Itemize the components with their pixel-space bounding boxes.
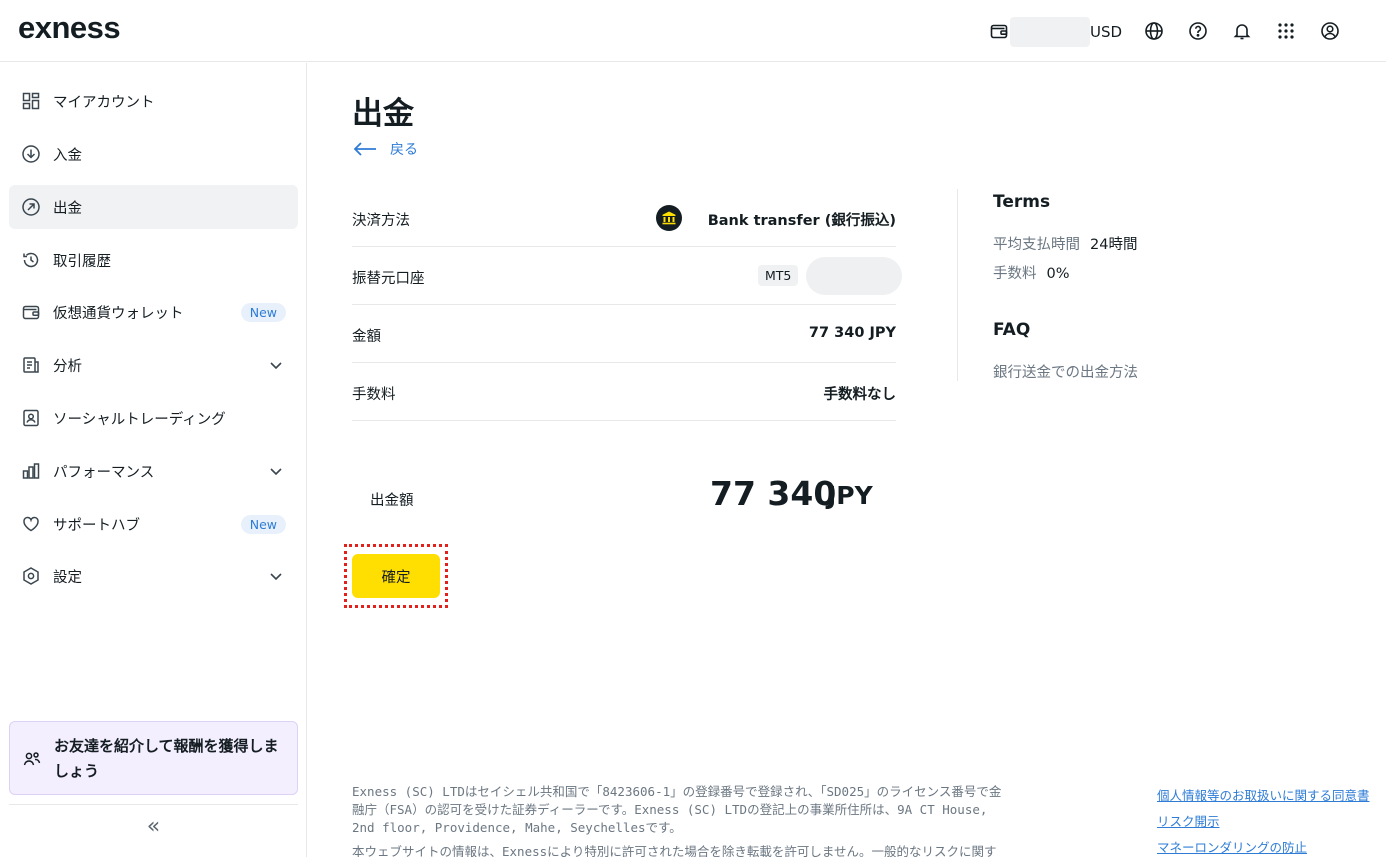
sidebar-item-performance[interactable]: パフォーマンス bbox=[9, 449, 298, 493]
sidebar-item-label: 取引履歴 bbox=[53, 253, 111, 270]
balance-amount-redacted[interactable] bbox=[1010, 17, 1090, 47]
balance-currency[interactable]: USD bbox=[1090, 23, 1122, 41]
source-account-row: 振替元口座 MT5 bbox=[352, 247, 902, 305]
collapse-sidebar-button[interactable]: « bbox=[9, 804, 298, 848]
fee-term: 手数料 0% bbox=[993, 262, 1070, 283]
new-badge: New bbox=[240, 302, 286, 322]
sidebar-item-label: 入金 bbox=[53, 147, 82, 164]
sidebar-item-label: 仮想通貨ウォレット bbox=[53, 305, 184, 322]
referral-banner[interactable]: お友達を紹介して報酬を獲得しましょう bbox=[9, 721, 298, 795]
new-badge: New bbox=[240, 514, 286, 534]
wallet-icon bbox=[21, 302, 41, 322]
chevron-down-icon[interactable] bbox=[268, 568, 284, 584]
source-account-label: 振替元口座 bbox=[352, 271, 425, 287]
fee-value: 手数料なし bbox=[823, 387, 897, 403]
avg-payout-label: 平均支払時間 bbox=[993, 237, 1080, 253]
footer-link-privacy-consent[interactable]: 個人情報等のお取扱いに関する同意書 bbox=[1157, 783, 1370, 809]
confirm-button[interactable]: 確定 bbox=[352, 554, 440, 598]
sidebar-item-analytics[interactable]: 分析 bbox=[9, 343, 298, 387]
amount-row: 金額 77 340 JPY bbox=[352, 305, 896, 363]
wallet-icon[interactable] bbox=[988, 20, 1010, 42]
withdraw-icon bbox=[21, 197, 41, 217]
heart-icon bbox=[21, 514, 41, 534]
chevron-down-icon[interactable] bbox=[268, 357, 284, 373]
apps-grid-icon[interactable] bbox=[1275, 20, 1297, 42]
footer-legal-paragraph: 本ウェブサイトの情報は、Exnessにより特別に許可された場合を除き転載を許可し… bbox=[352, 844, 997, 857]
sidebar-item-support-hub[interactable]: サポートハブ New bbox=[9, 502, 298, 546]
chevron-down-icon[interactable] bbox=[268, 463, 284, 479]
sidebar-item-deposit[interactable]: 入金 bbox=[9, 132, 298, 176]
account-number-redacted bbox=[806, 257, 902, 295]
back-link[interactable]: 戻る bbox=[352, 138, 418, 160]
fee-term-value: 0% bbox=[1046, 266, 1070, 282]
arrow-left-icon bbox=[353, 142, 376, 156]
account-icon[interactable] bbox=[1319, 20, 1341, 42]
globe-icon[interactable] bbox=[1143, 20, 1165, 42]
sidebar-item-social-trading[interactable]: ソーシャルトレーディング bbox=[9, 396, 298, 440]
amount-label: 金額 bbox=[352, 329, 381, 345]
sidebar-item-my-account[interactable]: マイアカウント bbox=[9, 79, 298, 123]
mt5-chip: MT5 bbox=[758, 265, 799, 286]
bell-icon[interactable] bbox=[1231, 20, 1253, 42]
settings-icon bbox=[21, 566, 41, 586]
deposit-icon bbox=[21, 144, 41, 164]
referral-text: お友達を紹介して報酬を獲得しましょう bbox=[54, 737, 279, 780]
sidebar-item-crypto-wallet[interactable]: 仮想通貨ウォレット New bbox=[9, 290, 298, 334]
fee-row: 手数料 手数料なし bbox=[352, 363, 896, 421]
sidebar-item-label: 分析 bbox=[53, 358, 82, 375]
back-label: 戻る bbox=[390, 142, 418, 158]
sidebar-item-label: 出金 bbox=[53, 200, 82, 217]
withdrawal-total-currency: JPY bbox=[827, 481, 873, 510]
history-icon bbox=[21, 250, 41, 270]
faq-link-bank-transfer[interactable]: 銀行送金での出金方法 bbox=[993, 361, 1138, 382]
page-title: 出金 bbox=[352, 96, 414, 132]
withdrawal-total-amount: 77 340 bbox=[710, 474, 837, 513]
withdrawal-total-label: 出金額 bbox=[370, 493, 414, 509]
sidebar-item-settings[interactable]: 設定 bbox=[9, 554, 298, 598]
payment-method-label: 決済方法 bbox=[352, 213, 410, 229]
footer-legal-paragraph: Exness (SC) LTDはセイシェル共和国で「8423606-1」の登録番… bbox=[352, 784, 1002, 835]
help-icon[interactable] bbox=[1187, 20, 1209, 42]
exness-logo[interactable]: exness bbox=[18, 10, 121, 46]
sidebar-item-label: サポートハブ bbox=[53, 517, 140, 534]
faq-heading: FAQ bbox=[993, 320, 1031, 340]
footer-link-risk-disclosure[interactable]: リスク開示 bbox=[1157, 809, 1370, 835]
people-icon bbox=[23, 752, 41, 766]
sidebar-item-history[interactable]: 取引履歴 bbox=[9, 238, 298, 282]
sidebar-item-withdraw[interactable]: 出金 bbox=[9, 185, 298, 229]
sidebar-item-label: マイアカウント bbox=[53, 94, 155, 111]
sidebar: マイアカウント 入金 出金 取引履歴 仮想通貨ウォレット New 分析 ソーシャ… bbox=[0, 63, 307, 857]
top-header: exness USD bbox=[0, 0, 1386, 62]
sidebar-item-label: パフォーマンス bbox=[53, 464, 155, 481]
divider bbox=[957, 189, 958, 381]
terms-heading: Terms bbox=[993, 192, 1051, 212]
avg-payout-value: 24時間 bbox=[1090, 237, 1138, 253]
footer-legal-text: Exness (SC) LTDはセイシェル共和国で「8423606-1」の登録番… bbox=[352, 783, 1002, 857]
fee-label: 手数料 bbox=[352, 387, 396, 403]
fee-term-label: 手数料 bbox=[993, 266, 1037, 282]
footer-links: 個人情報等のお取扱いに関する同意書 リスク開示 マネーロンダリングの防止 bbox=[1157, 783, 1370, 857]
analytics-icon bbox=[21, 355, 41, 375]
footer-link-anti-money-laundering[interactable]: マネーロンダリングの防止 bbox=[1157, 835, 1370, 857]
social-trading-icon bbox=[21, 408, 41, 428]
amount-value: 77 340 JPY bbox=[808, 325, 896, 341]
payment-method-value: Bank transfer (銀行振込) bbox=[707, 213, 896, 229]
performance-icon bbox=[21, 461, 41, 481]
payment-method-row: 決済方法 Bank transfer (銀行振込) bbox=[352, 189, 896, 247]
avg-payout-time: 平均支払時間 24時間 bbox=[993, 233, 1137, 254]
bank-icon bbox=[656, 205, 682, 231]
dashboard-icon bbox=[21, 91, 41, 111]
sidebar-item-label: 設定 bbox=[53, 569, 82, 586]
sidebar-item-label: ソーシャルトレーディング bbox=[53, 411, 226, 428]
